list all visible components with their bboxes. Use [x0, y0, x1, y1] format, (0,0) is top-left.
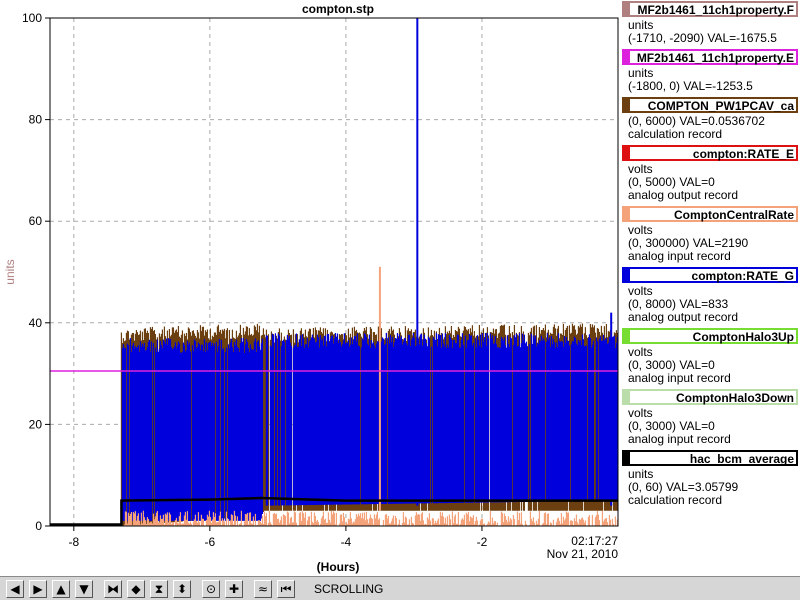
- legend-name-box[interactable]: compton:RATE_G: [622, 267, 798, 283]
- legend-swatch: [624, 269, 630, 281]
- scroll-right-button[interactable]: ▶: [29, 580, 47, 598]
- end-date: Nov 21, 2010: [547, 547, 619, 561]
- mode-status: SCROLLING: [314, 582, 384, 596]
- y-tick-label: 0: [35, 519, 42, 533]
- legend-name: ComptonHalo3Up: [692, 330, 794, 344]
- legend-name-box[interactable]: ComptonHalo3Down: [622, 389, 798, 405]
- x-tick-label: -2: [477, 535, 488, 549]
- legend-swatch: [624, 51, 630, 63]
- expand-y-button[interactable]: ⬍: [173, 580, 191, 598]
- legend-detail: analog output record: [628, 188, 739, 202]
- y-tick-label: 80: [29, 113, 43, 127]
- end-time: 02:17:27: [571, 534, 618, 548]
- legend-swatch: [624, 99, 630, 111]
- legend-detail: analog input record: [628, 432, 731, 446]
- legend-detail: calculation record: [628, 493, 723, 507]
- legend-swatch: [624, 3, 630, 15]
- x-tick-label: -4: [341, 535, 352, 549]
- legend-detail: analog input record: [628, 371, 731, 385]
- series-compton-rate-g: [121, 18, 619, 521]
- legend-name: ComptonHalo3Down: [676, 391, 794, 405]
- y-tick-label: 100: [22, 11, 42, 25]
- center-button[interactable]: ✚: [225, 580, 243, 598]
- legend-name-box[interactable]: hac_bcm_average: [622, 450, 798, 466]
- legend-name: hac_bcm_average: [689, 452, 794, 466]
- y-axis-label: units: [3, 259, 17, 284]
- legend-swatch: [624, 391, 630, 403]
- toolbar: SCROLLING ◀ ▶ ▲ ▼ ⧓ ◆ ⧗ ⬍ ⊙ ✚ ≈ ⏮: [0, 576, 800, 600]
- shrink-y-button[interactable]: ⧗: [150, 580, 168, 598]
- legend-detail: calculation record: [628, 127, 723, 141]
- legend-name-box[interactable]: ComptonCentralRate: [622, 206, 798, 222]
- auto-scale-button[interactable]: ⊙: [202, 580, 220, 598]
- legend-swatch: [624, 147, 630, 159]
- y-tick-label: 20: [29, 417, 43, 431]
- legend-name-box[interactable]: compton:RATE_E: [622, 145, 798, 161]
- legend-name-box[interactable]: ComptonHalo3Up: [622, 328, 798, 344]
- legend-name: MF2b1461_11ch1property.F: [637, 3, 794, 17]
- legend-detail: analog input record: [628, 249, 731, 263]
- y-axis: 0 20 40 60 80 100: [22, 11, 50, 533]
- scroll-down-button[interactable]: ▼: [75, 580, 93, 598]
- legend-name-box[interactable]: MF2b1461_11ch1property.E: [622, 49, 798, 65]
- series-band: [121, 332, 619, 521]
- scroll-end-button[interactable]: ⏮: [277, 580, 295, 598]
- legend-name: COMPTON_PW1PCAV_ca: [647, 99, 794, 113]
- scroll-up-button[interactable]: ▲: [52, 580, 70, 598]
- reset-button[interactable]: ≈: [254, 580, 272, 598]
- legend-swatch: [624, 208, 630, 220]
- series-layer: [50, 18, 619, 526]
- legend-detail: analog output record: [628, 310, 739, 324]
- x-tick-label: -6: [205, 535, 216, 549]
- legend-detail: (-1800, 0) VAL=-1253.5: [628, 79, 753, 93]
- legend-name: compton:RATE_G: [691, 269, 794, 283]
- expand-x-button[interactable]: ◆: [127, 580, 145, 598]
- legend-name: compton:RATE_E: [692, 147, 794, 161]
- legend-name-box[interactable]: MF2b1461_11ch1property.F: [622, 1, 798, 17]
- legend-name: ComptonCentralRate: [673, 208, 794, 222]
- x-tick-label: -8: [68, 535, 79, 549]
- legend-detail: (-1710, -2090) VAL=-1675.5: [628, 31, 777, 45]
- legend-name-box[interactable]: COMPTON_PW1PCAV_ca: [622, 97, 798, 113]
- x-axis-label: (Hours): [317, 560, 360, 574]
- legend-name: MF2b1461_11ch1property.E: [636, 51, 794, 65]
- y-tick-label: 40: [29, 316, 43, 330]
- legend-swatch: [624, 330, 630, 342]
- shrink-x-button[interactable]: ⧓: [104, 580, 122, 598]
- y-tick-label: 60: [29, 214, 43, 228]
- chart-title: compton.stp: [302, 2, 374, 16]
- x-axis: -8 -6 -4 -2: [68, 526, 488, 549]
- legend-swatch: [624, 452, 630, 464]
- scroll-left-button[interactable]: ◀: [6, 580, 24, 598]
